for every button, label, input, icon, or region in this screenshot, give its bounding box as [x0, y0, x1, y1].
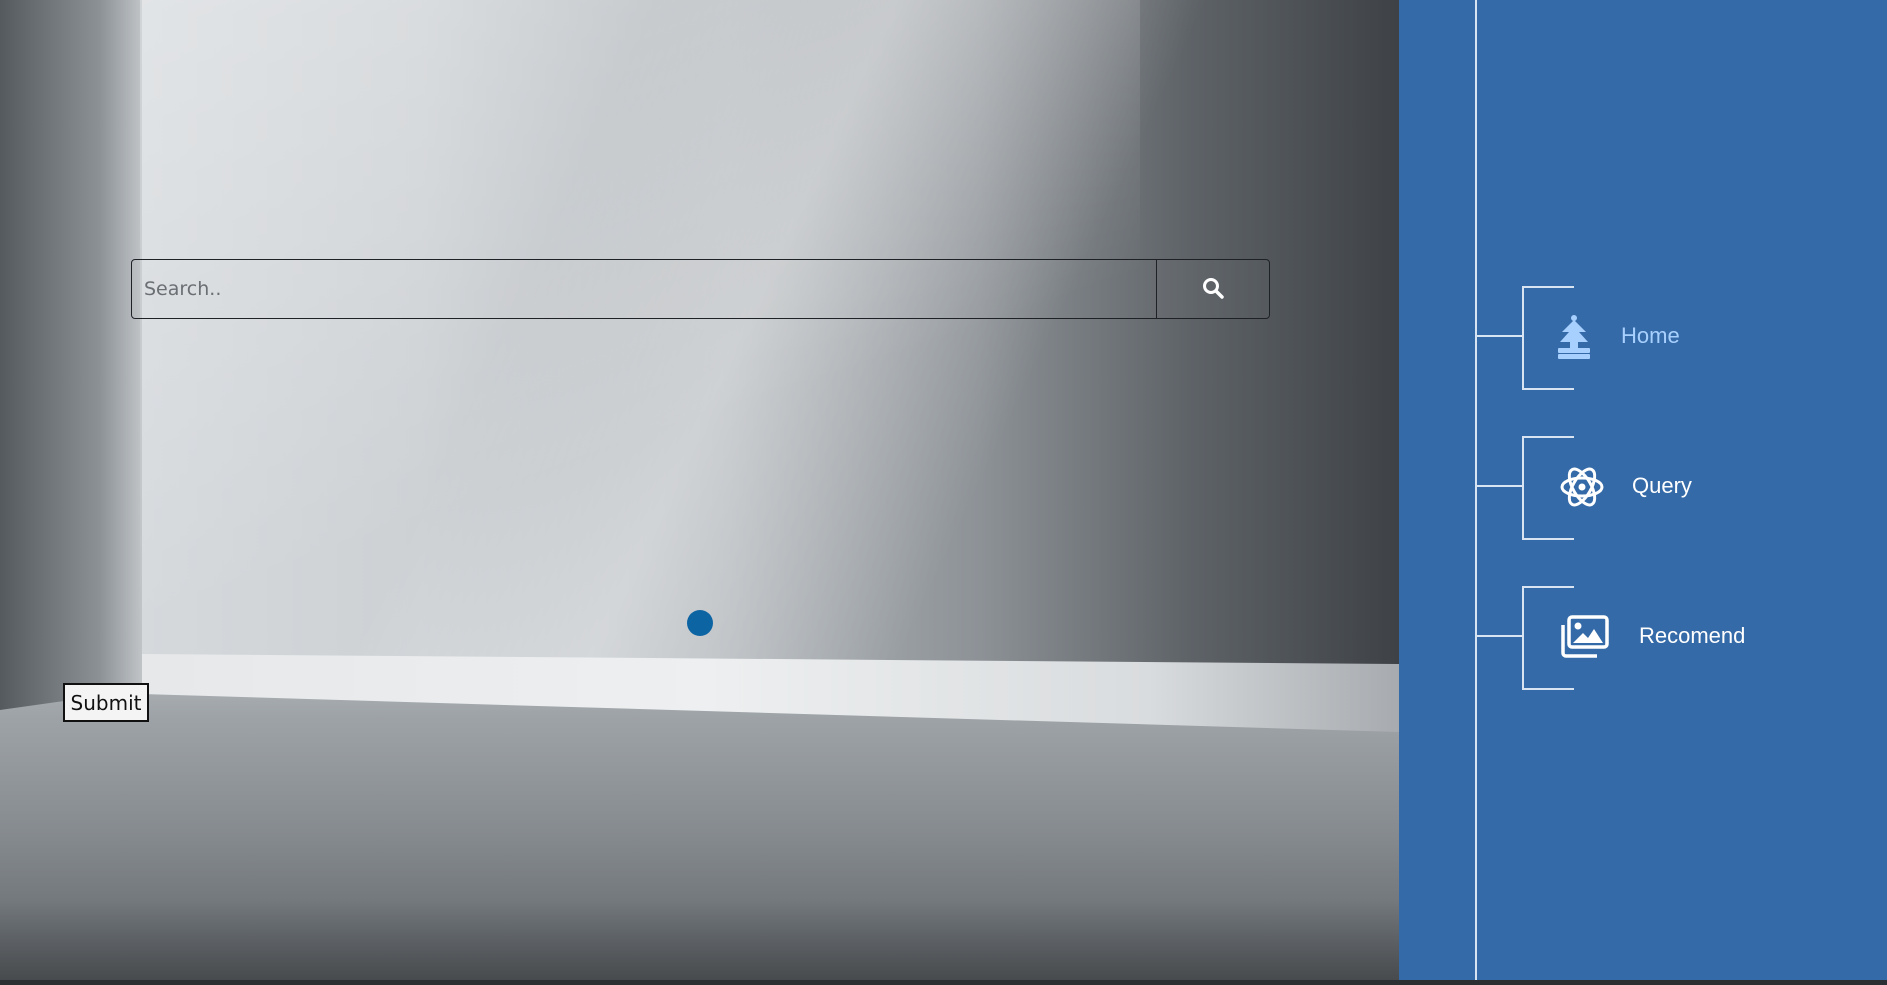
sidebar-nav: Home Query Recomend	[1399, 0, 1887, 980]
app-window: Submit Home	[0, 0, 1887, 985]
search-icon	[1201, 276, 1225, 303]
sidebar-item-label: Home	[1621, 323, 1680, 348]
nav-connector	[1476, 635, 1523, 637]
sidebar-item-home[interactable]: Home	[1399, 286, 1887, 390]
search-bar	[131, 259, 1270, 319]
search-input[interactable]	[132, 260, 1156, 318]
nav-connector	[1476, 485, 1523, 487]
background-light	[140, 0, 1140, 700]
hero-background	[0, 0, 1399, 980]
home-icon	[1547, 312, 1601, 362]
atom-icon	[1555, 462, 1609, 512]
bottom-strip	[0, 980, 1887, 985]
nav-connector	[1476, 335, 1523, 337]
search-button[interactable]	[1156, 260, 1269, 318]
background-pillar	[0, 0, 142, 730]
sidebar-item-query[interactable]: Query	[1399, 436, 1887, 540]
submit-button[interactable]: Submit	[63, 683, 149, 722]
background-floor-shadow	[0, 900, 1399, 980]
sidebar-item-label: Query	[1632, 473, 1692, 498]
sidebar-item-recomend[interactable]: Recomend	[1399, 586, 1887, 690]
images-icon	[1556, 612, 1610, 662]
indicator-dot	[687, 610, 713, 636]
sidebar-item-label: Recomend	[1639, 623, 1746, 648]
